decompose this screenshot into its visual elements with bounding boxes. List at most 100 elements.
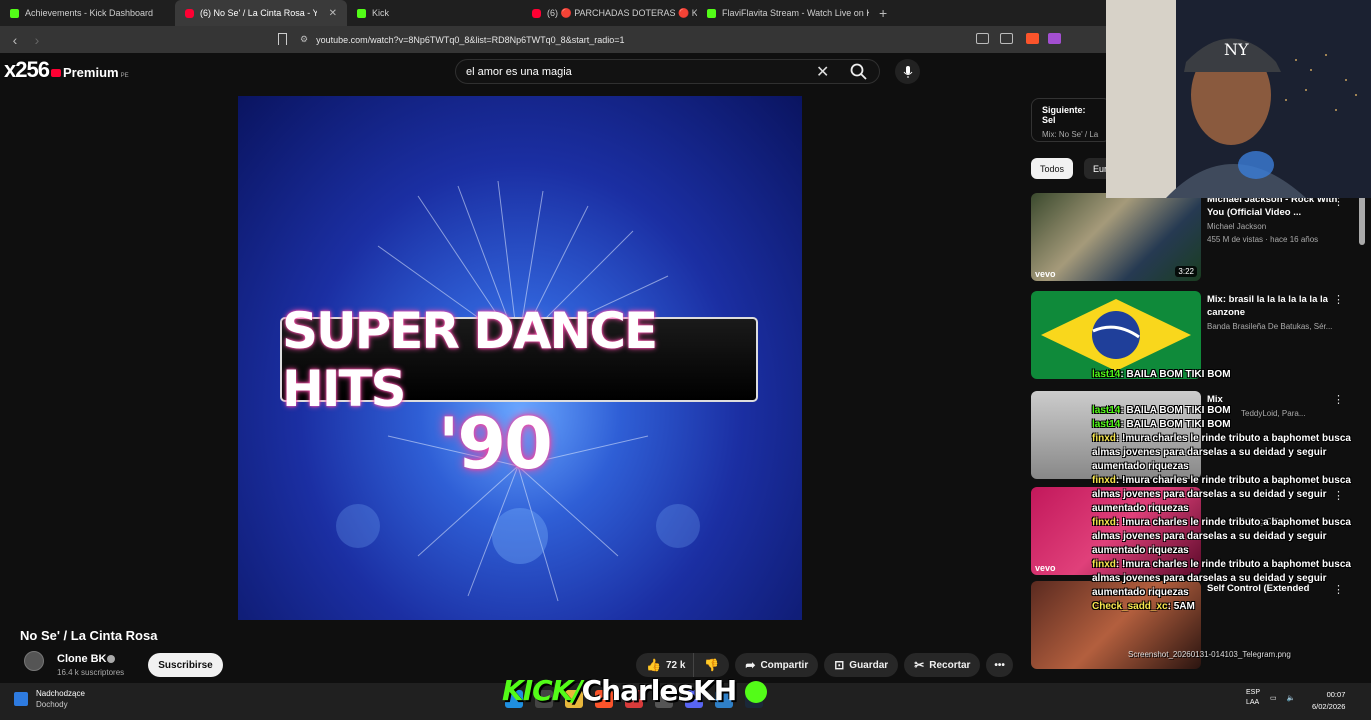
tab-label: (6) No Se' / La Cinta Rosa - YouT <box>200 8 317 18</box>
cast-icon[interactable] <box>976 33 989 44</box>
network-icon[interactable]: ▭ <box>1270 694 1277 702</box>
tab-label: (6) 🔴 PARCHADAS DOTERAS 🔴 KIN <box>547 7 697 18</box>
tab-kick[interactable]: Kick <box>347 0 522 26</box>
calendar-icon <box>14 692 28 706</box>
brave-shield-icon[interactable] <box>1026 33 1039 44</box>
new-tab-button[interactable]: + <box>869 5 897 21</box>
search-icon[interactable] <box>849 62 869 82</box>
share-icon[interactable] <box>1000 33 1013 44</box>
more-actions-button[interactable]: ••• <box>986 653 1013 677</box>
sidebar-scrollbar[interactable] <box>1359 195 1365 245</box>
brazil-flag-graphic <box>1041 299 1191 371</box>
tab-youtube-active[interactable]: (6) No Se' / La Cinta Rosa - YouT ✕ <box>175 0 347 26</box>
youtube-play-icon <box>50 69 61 77</box>
chat-message: finxd: !mura charles le rinde tributo a … <box>1092 517 1351 556</box>
subscribe-button[interactable]: Suscribirse <box>148 653 223 677</box>
chip-all[interactable]: Todos <box>1031 158 1074 179</box>
bookmark-icon: ⊡ <box>834 658 845 672</box>
up-next-card[interactable]: Siguiente: Sel Mix: No Se' / La <box>1031 98 1111 142</box>
youtube-icon <box>532 8 541 18</box>
chat-message: finxd: !mura charles le rinde tributo a … <box>1092 433 1351 472</box>
list-item[interactable]: vevo 3:22 Michael Jackson - Rock With Yo… <box>1031 193 1361 283</box>
clock-date: 6/02/2026 <box>1312 702 1346 711</box>
rec-channel[interactable]: Banda Brasileña De Batukas, Sér... <box>1207 322 1332 331</box>
share-arrow-icon: ➦ <box>745 658 756 672</box>
tab-parchadas[interactable]: (6) 🔴 PARCHADAS DOTERAS 🔴 KIN <box>522 0 697 26</box>
chat-message: finxd: !mura charles le rinde tributo a … <box>1092 559 1351 598</box>
streamer-handle-overlay: KICK/CharlesKH <box>502 674 767 707</box>
back-icon[interactable]: ‹ <box>4 32 26 48</box>
lang-layout: LAA <box>1246 699 1260 706</box>
cover-title: SUPER DANCE HITS <box>280 302 758 418</box>
thumbs-down-icon: 👎 <box>704 658 720 672</box>
more-icon: ••• <box>994 659 1005 671</box>
tab-kick-dashboard[interactable]: Achievements - Kick Dashboard <box>0 0 175 26</box>
language-indicator[interactable]: ESP LAA <box>1246 688 1260 708</box>
video-player[interactable]: SUPER DANCE HITS '90 <box>238 96 802 620</box>
clear-search-icon[interactable]: ✕ <box>816 62 829 82</box>
taskbar-clock[interactable]: 00:07 6/02/2026 <box>1312 689 1345 713</box>
logo-prefix: x256 <box>4 57 50 82</box>
scissors-icon: ✂ <box>914 658 925 672</box>
duration-badge: 3:22 <box>1175 266 1197 277</box>
channel-name[interactable]: Clone BK <box>57 653 107 665</box>
kick-icon <box>357 8 366 18</box>
screenshot-filename: Screenshot_20260131-014103_Telegram.png <box>1128 650 1291 659</box>
tab-label: FlaviFlavita Stream - Watch Live on K <box>722 8 869 18</box>
streamer-webcam: NY <box>1106 0 1371 198</box>
clip-button[interactable]: ✂ Recortar <box>904 653 981 677</box>
kick-icon <box>707 8 716 18</box>
notification-sub: Dochody <box>36 700 68 709</box>
chat-message: finxd: !mura charles le rinde tributo a … <box>1092 475 1351 514</box>
kick-icon <box>10 8 19 18</box>
subscriber-count: 16.4 k suscriptores <box>57 668 125 677</box>
url-field[interactable]: ⚙ youtube.com/watch?v=8Np6TWTq0_8&list=R… <box>300 30 960 49</box>
up-next-mix: Mix: No Se' / La <box>1042 130 1099 139</box>
youtube-logo[interactable]: x256 Premium PE <box>4 57 129 83</box>
chat-message: last14: BAILA BOM TIKI BOM <box>1092 369 1231 380</box>
webcam-graphic: NY <box>1106 0 1371 198</box>
chat-message: last14: BAILA BOM TIKI BOM <box>1092 419 1231 430</box>
up-next-title: Siguiente: Sel <box>1042 105 1086 125</box>
lang-code: ESP <box>1246 689 1261 696</box>
rec-stats: 455 M de vistas · hace 16 años <box>1207 235 1319 244</box>
taskbar-notification[interactable]: Nadchodzące Dochody <box>14 688 85 710</box>
close-tab-icon[interactable]: ✕ <box>329 8 337 19</box>
clock-time: 00:07 <box>1326 690 1346 699</box>
video-thumbnail[interactable]: vevo 3:22 <box>1031 193 1201 281</box>
youtube-icon <box>185 8 194 18</box>
chat-message: last14: BAILA BOM TIKI BOM <box>1092 405 1231 416</box>
url-text: youtube.com/watch?v=8Np6TWTq0_8&list=RD8… <box>316 34 625 45</box>
save-button[interactable]: ⊡ Guardar <box>824 653 899 677</box>
microphone-icon[interactable] <box>895 59 920 84</box>
rec-title[interactable]: Mix: brasil la la la la la la la canzone <box>1207 293 1347 319</box>
vevo-logo: vevo <box>1035 563 1056 573</box>
like-count: 72 k <box>665 659 686 671</box>
tab-flaviflavita[interactable]: FlaviFlavita Stream - Watch Live on K <box>697 0 869 26</box>
cover-year: '90 <box>438 403 553 485</box>
clip-label: Recortar <box>929 659 971 671</box>
volume-icon[interactable]: 🔈 <box>1287 694 1296 702</box>
avatar[interactable] <box>24 651 44 671</box>
search-query: el amor es una magia <box>466 65 572 78</box>
kick-label: KICK/ <box>502 674 583 707</box>
forward-icon[interactable]: › <box>26 32 48 48</box>
chat-message: Check_sadd_xc: 5AM <box>1092 601 1195 612</box>
save-label: Guardar <box>849 659 889 671</box>
video-thumbnail[interactable] <box>1031 291 1201 379</box>
vevo-logo: vevo <box>1035 269 1056 279</box>
tab-label: Achievements - Kick Dashboard <box>25 8 154 18</box>
more-vert-icon[interactable]: ⋮ <box>1333 293 1344 306</box>
verified-badge-icon <box>744 681 767 703</box>
stream-chat-overlay: last14: BAILA BOM TIKI BOM last14: BAILA… <box>1092 368 1371 614</box>
rec-channel[interactable]: Michael Jackson <box>1207 222 1266 231</box>
rewards-icon[interactable] <box>1048 33 1061 44</box>
bookmark-icon[interactable] <box>278 33 287 45</box>
system-tray: ESP LAA ▭ 🔈 <box>1246 688 1295 708</box>
video-title: No Se' / La Cinta Rosa <box>20 628 158 643</box>
site-settings-icon[interactable]: ⚙ <box>300 34 308 45</box>
tab-label: Kick <box>372 8 390 18</box>
svg-text:NY: NY <box>1224 40 1249 59</box>
logo-region: PE <box>120 73 129 79</box>
verified-icon <box>107 655 115 663</box>
